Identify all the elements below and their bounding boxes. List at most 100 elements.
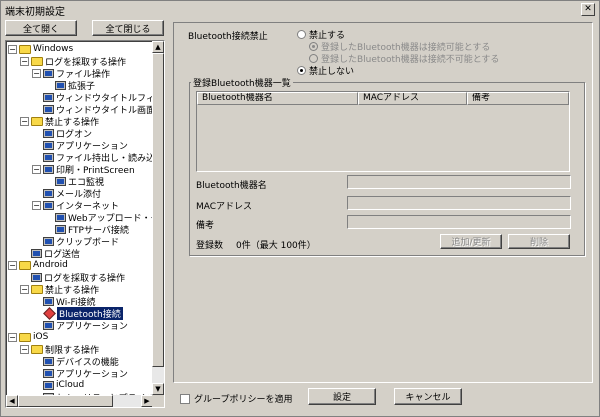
bluetooth-prohibit-label: Bluetooth接続禁止 xyxy=(188,32,268,42)
note-field[interactable] xyxy=(347,215,571,229)
screen-icon xyxy=(55,224,66,234)
window-title: 端末初期設定 xyxy=(5,6,65,18)
note-label: 備考 xyxy=(196,221,215,231)
tree-node[interactable]: − ファイル操作 xyxy=(32,67,110,80)
column-mac-address[interactable]: MACアドレス xyxy=(358,92,467,105)
tree-node[interactable]: FTPサーバ接続 xyxy=(44,223,129,236)
horizontal-scroll-thumb[interactable] xyxy=(18,395,113,407)
tree-node[interactable]: クリップボード xyxy=(32,235,119,248)
expander-icon[interactable]: − xyxy=(8,332,17,342)
tree-node[interactable]: − 制限する操作 xyxy=(20,343,99,356)
screen-icon xyxy=(43,152,54,162)
tree-node[interactable]: − 禁止する操作 xyxy=(20,283,99,296)
tree-node[interactable]: アプリケーション xyxy=(32,367,128,380)
screen-icon xyxy=(43,140,54,150)
tree-node[interactable]: − ログを採取する操作 xyxy=(20,55,126,68)
screen-icon xyxy=(43,236,54,246)
tree-node-label: アプリケーション xyxy=(56,369,128,380)
horizontal-scrollbar[interactable]: ◀ ▶ xyxy=(6,395,153,407)
group-policy-label: グループポリシーを適用 xyxy=(194,395,293,405)
tree-nodes: −Windows−ログを採取する操作−ファイル操作拡張子ウィンドウタイトルフィル… xyxy=(6,43,153,395)
device-list[interactable]: Bluetooth機器名 MACアドレス 備考 xyxy=(196,91,570,172)
screen-icon xyxy=(43,296,54,306)
radio-registered-allow-circle[interactable] xyxy=(309,42,318,51)
expander-icon[interactable]: − xyxy=(32,164,41,174)
device-name-field[interactable] xyxy=(347,175,571,189)
tree-node[interactable]: iCloud xyxy=(32,379,84,391)
tree-node[interactable]: − Windows xyxy=(8,43,73,55)
expander-icon[interactable]: − xyxy=(8,260,17,270)
screen-icon xyxy=(43,188,54,198)
group-policy-checkbox-box[interactable] xyxy=(180,393,190,404)
tree-node[interactable]: ログオン xyxy=(32,127,92,140)
expander-icon[interactable]: − xyxy=(20,284,29,294)
tree-node[interactable]: メール添付 xyxy=(32,187,101,200)
screen-icon xyxy=(43,368,54,378)
tree-node[interactable]: − インターネット xyxy=(32,199,119,212)
folder-icon xyxy=(19,332,31,342)
screen-icon xyxy=(43,128,54,138)
tree-node[interactable]: ウィンドウタイトル画面キ xyxy=(32,103,153,116)
tree-node[interactable]: − 印刷・PrintScreen xyxy=(32,163,135,176)
expand-all-button[interactable]: 全て開く xyxy=(5,20,77,36)
scroll-down-button[interactable]: ▼ xyxy=(152,383,164,395)
tree-node[interactable]: − 禁止する操作 xyxy=(20,115,99,128)
radio-registered-deny-circle[interactable] xyxy=(309,54,318,63)
expander-icon[interactable]: − xyxy=(8,44,17,54)
group-policy-checkbox[interactable]: グループポリシーを適用 xyxy=(180,392,292,405)
add-update-button[interactable]: 追加/更新 xyxy=(440,234,502,249)
folder-icon xyxy=(31,116,43,126)
scroll-up-button[interactable]: ▲ xyxy=(152,41,164,53)
tree-node[interactable]: − Android xyxy=(8,259,68,271)
expander-icon[interactable]: − xyxy=(20,344,29,354)
radio-not-prohibit-label: 禁止しない xyxy=(309,67,355,77)
mac-address-label: MACアドレス xyxy=(196,202,253,212)
tree-node[interactable]: デバイスの機能 xyxy=(32,355,119,368)
close-button[interactable]: ✕ xyxy=(581,3,595,16)
column-device-name[interactable]: Bluetooth機器名 xyxy=(197,92,358,105)
screen-icon xyxy=(43,200,54,210)
cancel-button[interactable]: キャンセル xyxy=(394,388,462,405)
tree-node[interactable]: アプリケーション xyxy=(32,319,128,332)
tree-node[interactable]: ウィンドウタイトルフィル xyxy=(32,91,153,104)
folder-icon xyxy=(19,260,31,270)
tree-node-label: アプリケーション xyxy=(56,321,128,332)
radio-prohibit-circle[interactable] xyxy=(297,30,306,39)
tree-node[interactable]: エコ監視 xyxy=(44,175,104,188)
registered-devices-title: 登録Bluetooth機器一覧 xyxy=(191,76,293,89)
delete-button[interactable]: 削除 xyxy=(508,234,570,249)
folder-icon xyxy=(31,344,43,354)
scroll-corner xyxy=(152,395,164,407)
tree-node[interactable]: Bluetooth接続 xyxy=(32,306,123,320)
set-button[interactable]: 設定 xyxy=(308,388,376,405)
tree-node[interactable]: ログを採取する操作 xyxy=(20,271,125,284)
vertical-scrollbar[interactable]: ▲ ▼ xyxy=(152,41,164,395)
screen-icon xyxy=(43,356,54,366)
tree-node[interactable]: ログ送信 xyxy=(20,247,80,260)
screen-icon xyxy=(43,320,54,330)
folder-icon xyxy=(19,44,31,54)
folder-icon xyxy=(31,56,43,66)
mac-address-field[interactable] xyxy=(347,196,571,210)
tree-node[interactable]: Wi-Fi接続 xyxy=(32,295,95,308)
column-note[interactable]: 備考 xyxy=(467,92,569,105)
expander-icon[interactable]: − xyxy=(20,116,29,126)
expander-icon[interactable]: − xyxy=(32,200,41,210)
tree-node[interactable]: Webアップロード・ダ xyxy=(44,211,153,224)
screen-icon xyxy=(55,212,66,222)
device-name-label: Bluetooth機器名 xyxy=(196,181,267,191)
collapse-all-button[interactable]: 全て閉じる xyxy=(92,20,164,36)
tree-node[interactable]: ファイル持出し・読み込 xyxy=(32,151,153,164)
diamond-icon xyxy=(43,306,56,320)
expander-icon[interactable]: − xyxy=(32,68,41,78)
expander-icon[interactable]: − xyxy=(20,56,29,66)
tree-node-label: Windows xyxy=(33,44,74,54)
radio-not-prohibit[interactable]: 禁止しない xyxy=(297,64,354,77)
title-bar: 端末初期設定 ✕ xyxy=(1,1,599,19)
scroll-left-button[interactable]: ◀ xyxy=(6,395,18,407)
tree-node[interactable]: アプリケーション xyxy=(32,139,128,152)
radio-not-prohibit-circle[interactable] xyxy=(297,66,306,75)
vertical-scroll-thumb[interactable] xyxy=(152,53,164,367)
tree-node[interactable]: 拡張子 xyxy=(44,79,95,92)
tree-node[interactable]: − iOS xyxy=(8,331,48,343)
